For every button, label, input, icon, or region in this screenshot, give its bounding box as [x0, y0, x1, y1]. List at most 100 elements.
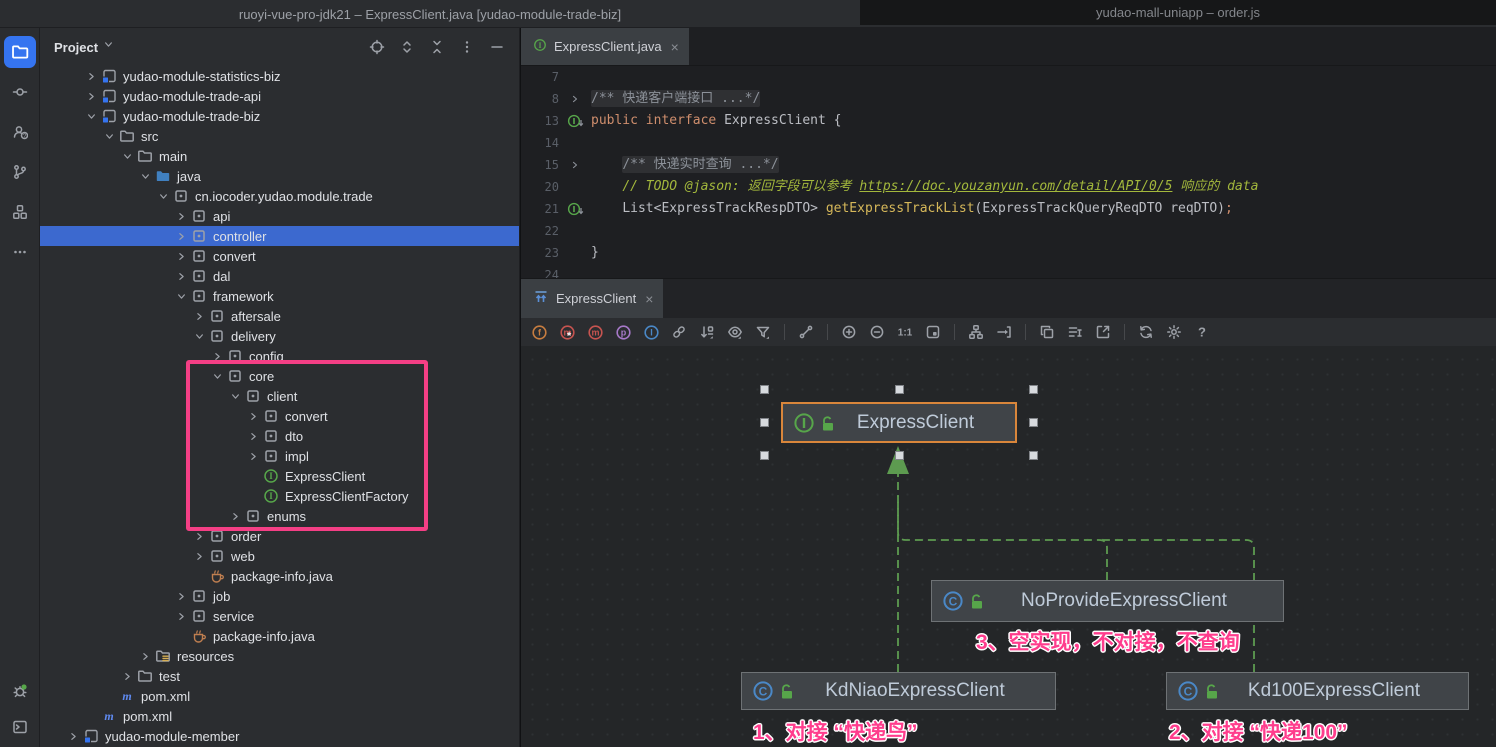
constructors-button[interactable]: m [555, 321, 579, 343]
chevron-right-icon[interactable] [245, 408, 261, 424]
chevron-down-icon[interactable] [101, 128, 117, 144]
code-editor[interactable]: 78/** 快递客户端接口 ...*/13public interface Ex… [521, 66, 1496, 278]
chevron-right-icon[interactable] [245, 448, 261, 464]
activity-bar-item-structure[interactable] [4, 196, 36, 228]
filter-button[interactable] [751, 321, 775, 343]
close-icon[interactable]: × [645, 292, 653, 306]
chevron-down-icon[interactable] [137, 168, 153, 184]
tree-item-yudao-module-trade-api[interactable]: yudao-module-trade-api [40, 86, 519, 106]
edge-labels-button[interactable] [1063, 321, 1087, 343]
tree-item-java[interactable]: java [40, 166, 519, 186]
sort-alpha-button[interactable] [695, 321, 719, 343]
chevron-down-icon[interactable] [191, 328, 207, 344]
chevron-down-icon[interactable] [227, 388, 243, 404]
export-button[interactable] [1091, 321, 1115, 343]
diagram-node-expressclient[interactable]: ExpressClient [781, 402, 1017, 443]
activity-bar-item-debug[interactable] [4, 675, 36, 707]
chevron-right-icon[interactable] [137, 648, 153, 664]
tree-item-cn-iocoder-yudao-module-trade[interactable]: cn.iocoder.yudao.module.trade [40, 186, 519, 206]
chevron-right-icon[interactable] [119, 668, 135, 684]
help-button[interactable]: ? [1190, 321, 1214, 343]
edge-tool-button[interactable] [794, 321, 818, 343]
chevron-right-icon[interactable] [173, 228, 189, 244]
chevron-right-icon[interactable] [65, 728, 81, 744]
fold-marker-icon[interactable] [559, 88, 591, 110]
activity-bar-item-more-horizontal[interactable] [4, 236, 36, 268]
tree-item-enums[interactable]: enums [40, 506, 519, 526]
selection-handle[interactable] [895, 385, 904, 394]
activity-bar-item-git-branch[interactable] [4, 156, 36, 188]
tree-item-aftersale[interactable]: aftersale [40, 306, 519, 326]
zoom-out-button[interactable] [865, 321, 889, 343]
chevron-down-icon[interactable] [83, 108, 99, 124]
fit-content-button[interactable] [921, 321, 945, 343]
tree-item-pom-xml[interactable]: mpom.xml [40, 686, 519, 706]
activity-bar-item-commit[interactable] [4, 76, 36, 108]
tree-item-package-info-java[interactable]: package-info.java [40, 566, 519, 586]
tree-item-yudao-module-trade-biz[interactable]: yudao-module-trade-biz [40, 106, 519, 126]
actual-size-button[interactable]: 1:1 [893, 321, 917, 343]
tree-item-resources[interactable]: resources [40, 646, 519, 666]
chevron-right-icon[interactable] [173, 588, 189, 604]
close-icon[interactable]: × [671, 40, 679, 54]
tree-item-convert[interactable]: convert [40, 246, 519, 266]
tab-expressclient-java[interactable]: I ExpressClient.java × [521, 28, 689, 65]
tree-item-framework[interactable]: framework [40, 286, 519, 306]
route-edges-button[interactable] [992, 321, 1016, 343]
tree-item-client[interactable]: client [40, 386, 519, 406]
fields-button[interactable]: f [527, 321, 551, 343]
apply-layout-button[interactable] [964, 321, 988, 343]
selection-handle[interactable] [1029, 418, 1038, 427]
chevron-down-icon[interactable] [119, 148, 135, 164]
copy-diagram-button[interactable] [1035, 321, 1059, 343]
tree-item-api[interactable]: api [40, 206, 519, 226]
collapse-all-icon[interactable] [429, 39, 445, 55]
activity-bar-item-pull-requests[interactable]: ? [4, 116, 36, 148]
tree-item-config[interactable]: config [40, 346, 519, 366]
tree-item-pom-xml[interactable]: mpom.xml [40, 706, 519, 726]
selection-handle[interactable] [760, 385, 769, 394]
tree-item-delivery[interactable]: delivery [40, 326, 519, 346]
tree-item-controller[interactable]: controller [40, 226, 519, 246]
chevron-right-icon[interactable] [227, 508, 243, 524]
tree-item-expressclientfactory[interactable]: IExpressClientFactory [40, 486, 519, 506]
locate-icon[interactable] [369, 39, 385, 55]
chevron-right-icon[interactable] [191, 548, 207, 564]
implemented-marker-icon[interactable] [559, 110, 591, 132]
selection-handle[interactable] [760, 418, 769, 427]
tree-item-main[interactable]: main [40, 146, 519, 166]
methods-button[interactable]: m [583, 321, 607, 343]
chevron-right-icon[interactable] [209, 348, 225, 364]
selection-handle[interactable] [895, 451, 904, 460]
tree-item-web[interactable]: web [40, 546, 519, 566]
diagram-node-kd100expressclient[interactable]: CKd100ExpressClient [1166, 672, 1469, 710]
fold-marker-icon[interactable] [559, 154, 591, 176]
chevron-down-icon[interactable] [155, 188, 171, 204]
tree-item-expressclient[interactable]: IExpressClient [40, 466, 519, 486]
tree-item-core[interactable]: core [40, 366, 519, 386]
tree-item-src[interactable]: src [40, 126, 519, 146]
tree-item-dto[interactable]: dto [40, 426, 519, 446]
scope-button[interactable] [723, 321, 747, 343]
dependencies-button[interactable] [667, 321, 691, 343]
chevron-right-icon[interactable] [173, 208, 189, 224]
background-window-title[interactable]: yudao-mall-uniapp – order.js [860, 0, 1496, 25]
tree-item-yudao-module-statistics-biz[interactable]: yudao-module-statistics-biz [40, 66, 519, 86]
implemented-marker-icon[interactable] [559, 198, 591, 220]
activity-bar-item-project-folder[interactable] [4, 36, 36, 68]
chevron-down-icon[interactable] [209, 368, 225, 384]
activity-bar-item-terminal[interactable] [4, 711, 36, 743]
tree-item-package-info-java[interactable]: package-info.java [40, 626, 519, 646]
tree-item-dal[interactable]: dal [40, 266, 519, 286]
tree-item-test[interactable]: test [40, 666, 519, 686]
inner-classes-button[interactable]: I [639, 321, 663, 343]
zoom-in-button[interactable] [837, 321, 861, 343]
chevron-right-icon[interactable] [83, 68, 99, 84]
uml-diagram-canvas[interactable]: ExpressClientCNoProvideExpressClientCKdN… [521, 346, 1496, 747]
chevron-down-icon[interactable] [102, 38, 115, 56]
tree-item-convert[interactable]: convert [40, 406, 519, 426]
tree-item-order[interactable]: order [40, 526, 519, 546]
diagram-node-kdniaoexpressclient[interactable]: CKdNiaoExpressClient [741, 672, 1056, 710]
chevron-right-icon[interactable] [245, 428, 261, 444]
chevron-right-icon[interactable] [173, 608, 189, 624]
